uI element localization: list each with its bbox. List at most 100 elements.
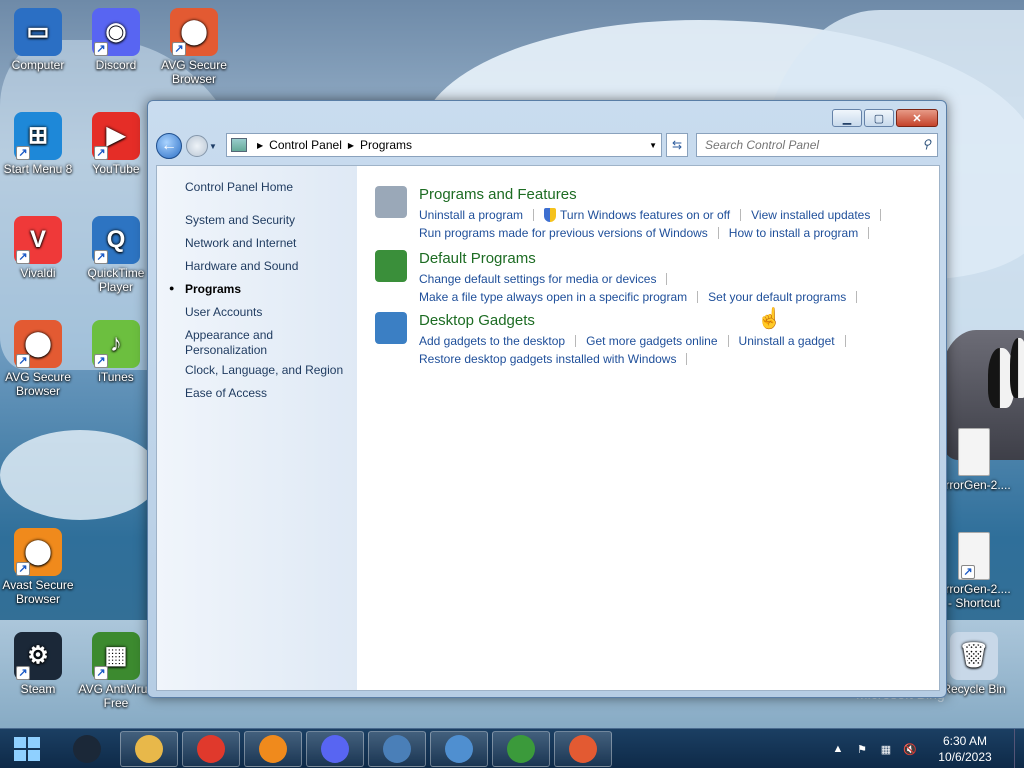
sidebar-item-hardware-sound[interactable]: Hardware and Sound bbox=[185, 259, 355, 274]
category-title[interactable]: Programs and Features bbox=[419, 186, 577, 203]
search-input[interactable] bbox=[705, 138, 905, 152]
forward-arrow-icon[interactable] bbox=[186, 135, 208, 157]
avast-browser-icon bbox=[259, 734, 287, 763]
show-desktop-button[interactable] bbox=[1014, 729, 1024, 768]
sidebar-item-system-security[interactable]: System and Security bbox=[185, 213, 355, 228]
breadcrumb-programs[interactable]: Programs bbox=[360, 138, 412, 152]
content-pane: Control Panel Home System and Security N… bbox=[156, 165, 940, 691]
task-link[interactable]: Turn Windows features on or off bbox=[560, 208, 730, 222]
taskbar-control-panel[interactable] bbox=[430, 730, 488, 767]
volume-muted-icon[interactable]: 🔇 bbox=[901, 740, 919, 758]
vivaldi-icon: V ↗ bbox=[14, 216, 62, 264]
taskbar-task-manager[interactable] bbox=[492, 730, 550, 767]
minimize-button[interactable]: ▁ bbox=[832, 109, 862, 127]
task-link[interactable]: Get more gadgets online bbox=[586, 334, 717, 348]
category-title[interactable]: Desktop Gadgets bbox=[419, 312, 535, 329]
shortcut-arrow-icon: ↗ bbox=[16, 666, 30, 680]
action-center-flag-icon[interactable]: ⚑ bbox=[853, 740, 871, 758]
window-controls: ▁ ▢ ✕ bbox=[832, 109, 938, 127]
task-link[interactable]: Restore desktop gadgets installed with W… bbox=[419, 352, 676, 366]
taskbar-avast-browser[interactable] bbox=[244, 730, 302, 767]
sidebar-control-panel-home[interactable]: Control Panel Home bbox=[185, 180, 355, 195]
task-link[interactable]: Uninstall a program bbox=[419, 208, 523, 222]
link-divider bbox=[880, 209, 882, 221]
desktop-gadgets-icon[interactable] bbox=[375, 312, 407, 344]
desktop-icon[interactable]: ◉ ↗ Discord bbox=[76, 8, 156, 72]
desktop-icon-label: Start Menu 8 bbox=[3, 162, 73, 176]
desktop-icon[interactable]: Q ↗ QuickTime Player bbox=[76, 216, 156, 294]
desktop-icon[interactable]: ⬤ ↗ Avast Secure Browser bbox=[0, 528, 78, 606]
current-item-bullet-icon: ● bbox=[169, 283, 175, 293]
avg-browser-icon bbox=[569, 734, 597, 763]
maximize-button[interactable]: ▢ bbox=[864, 109, 894, 127]
breadcrumb-control-panel[interactable]: Control Panel bbox=[269, 138, 342, 152]
errorgen-shortcut-icon: ↗ bbox=[958, 532, 990, 580]
desktop-icon[interactable]: ⊞ ↗ Start Menu 8 bbox=[0, 112, 78, 176]
desktop-icon[interactable]: ▭ Computer bbox=[0, 8, 78, 72]
desktop-icon[interactable]: ♪ ↗ iTunes bbox=[76, 320, 156, 384]
taskbar-avg-browser[interactable] bbox=[554, 730, 612, 767]
desktop-icon[interactable]: ▦ ↗ AVG AntiVirus Free bbox=[76, 632, 156, 710]
refresh-icon[interactable]: ⇆ bbox=[666, 133, 688, 157]
search-box[interactable]: ⚲ bbox=[696, 133, 938, 157]
clock[interactable]: 6:30 AM 10/6/2023 bbox=[922, 733, 1008, 765]
sidebar-item-programs[interactable]: Programs bbox=[185, 282, 355, 297]
category-links: Uninstall a program Turn Windows features… bbox=[419, 206, 939, 242]
default-programs-icon[interactable] bbox=[375, 250, 407, 282]
desktop-icon-label: Discord bbox=[95, 58, 137, 72]
task-link[interactable]: Run programs made for previous versions … bbox=[419, 226, 708, 240]
task-link[interactable]: Add gadgets to the desktop bbox=[419, 334, 565, 348]
shortcut-arrow-icon: ↗ bbox=[16, 354, 30, 368]
shortcut-arrow-icon: ↗ bbox=[94, 146, 108, 160]
avg-browser-icon: ⬤ ↗ bbox=[14, 320, 62, 368]
back-arrow-icon[interactable]: ← bbox=[156, 133, 182, 159]
breadcrumb-chevron-icon[interactable]: ▶ bbox=[348, 141, 354, 150]
shortcut-arrow-icon: ↗ bbox=[16, 250, 30, 264]
youtube-icon: ▶ ↗ bbox=[92, 112, 140, 160]
task-link[interactable]: Uninstall a gadget bbox=[739, 334, 835, 348]
recent-pages-dropdown-icon[interactable]: ▼ bbox=[209, 142, 219, 151]
taskbar-discord[interactable] bbox=[306, 730, 364, 767]
search-icon[interactable]: ⚲ bbox=[922, 137, 931, 151]
task-link[interactable]: Change default settings for media or dev… bbox=[419, 272, 656, 286]
clock-date: 10/6/2023 bbox=[938, 750, 992, 764]
task-link[interactable]: Make a file type always open in a specif… bbox=[419, 290, 687, 304]
keyboard-icon bbox=[383, 734, 411, 763]
desktop-icon[interactable]: ⬤ ↗ AVG Secure Browser bbox=[0, 320, 78, 398]
breadcrumb-chevron-icon[interactable]: ▶ bbox=[257, 141, 263, 150]
taskbar-explorer[interactable] bbox=[120, 730, 178, 767]
start-button[interactable] bbox=[0, 729, 54, 768]
taskbar-keyboard[interactable] bbox=[368, 730, 426, 767]
sidebar-item-ease-of-access[interactable]: Ease of Access bbox=[185, 386, 355, 401]
control-panel-icon bbox=[231, 138, 247, 152]
programs-features-icon[interactable] bbox=[375, 186, 407, 218]
desktop-icon[interactable]: ▶ ↗ YouTube bbox=[76, 112, 156, 176]
network-icon[interactable]: ▦ bbox=[877, 740, 895, 758]
address-dropdown-icon[interactable]: ▼ bbox=[649, 141, 657, 150]
shortcut-arrow-icon: ↗ bbox=[94, 250, 108, 264]
chrome-icon bbox=[197, 734, 225, 763]
sidebar-item-clock-language[interactable]: Clock, Language, and Region bbox=[185, 363, 355, 378]
task-link[interactable]: Set your default programs bbox=[708, 290, 846, 304]
task-link[interactable]: View installed updates bbox=[751, 208, 870, 222]
shortcut-arrow-icon: ↗ bbox=[94, 42, 108, 56]
desktop-icon-label: AVG AntiVirus Free bbox=[78, 682, 154, 710]
address-bar[interactable]: ▶ Control Panel ▶ Programs ▼ bbox=[226, 133, 662, 157]
link-divider bbox=[717, 227, 719, 239]
desktop-icon[interactable]: V ↗ Vivaldi bbox=[0, 216, 78, 280]
close-button[interactable]: ✕ bbox=[896, 109, 938, 127]
sidebar-item-appearance[interactable]: Appearance and Personalization bbox=[185, 328, 295, 358]
desktop-icon-label: Steam bbox=[20, 682, 56, 696]
desktop-icon[interactable]: ⬤ ↗ AVG Secure Browser bbox=[154, 8, 234, 86]
task-link-row: Restore desktop gadgets installed with W… bbox=[419, 350, 939, 368]
taskbar-steam[interactable] bbox=[58, 731, 116, 767]
desktop-icon[interactable]: ⚙ ↗ Steam bbox=[0, 632, 78, 696]
sidebar-item-network-internet[interactable]: Network and Internet bbox=[185, 236, 355, 251]
category-title[interactable]: Default Programs bbox=[419, 250, 536, 267]
sidebar-item-user-accounts[interactable]: User Accounts bbox=[185, 305, 355, 320]
taskbar-chrome[interactable] bbox=[182, 730, 240, 767]
link-divider bbox=[666, 273, 668, 285]
show-hidden-icons-icon[interactable]: ▲ bbox=[829, 740, 847, 758]
navigation-bar: ← ▼ ▶ Control Panel ▶ Programs ▼ ⇆ ⚲ bbox=[156, 133, 940, 159]
task-link[interactable]: How to install a program bbox=[729, 226, 858, 240]
